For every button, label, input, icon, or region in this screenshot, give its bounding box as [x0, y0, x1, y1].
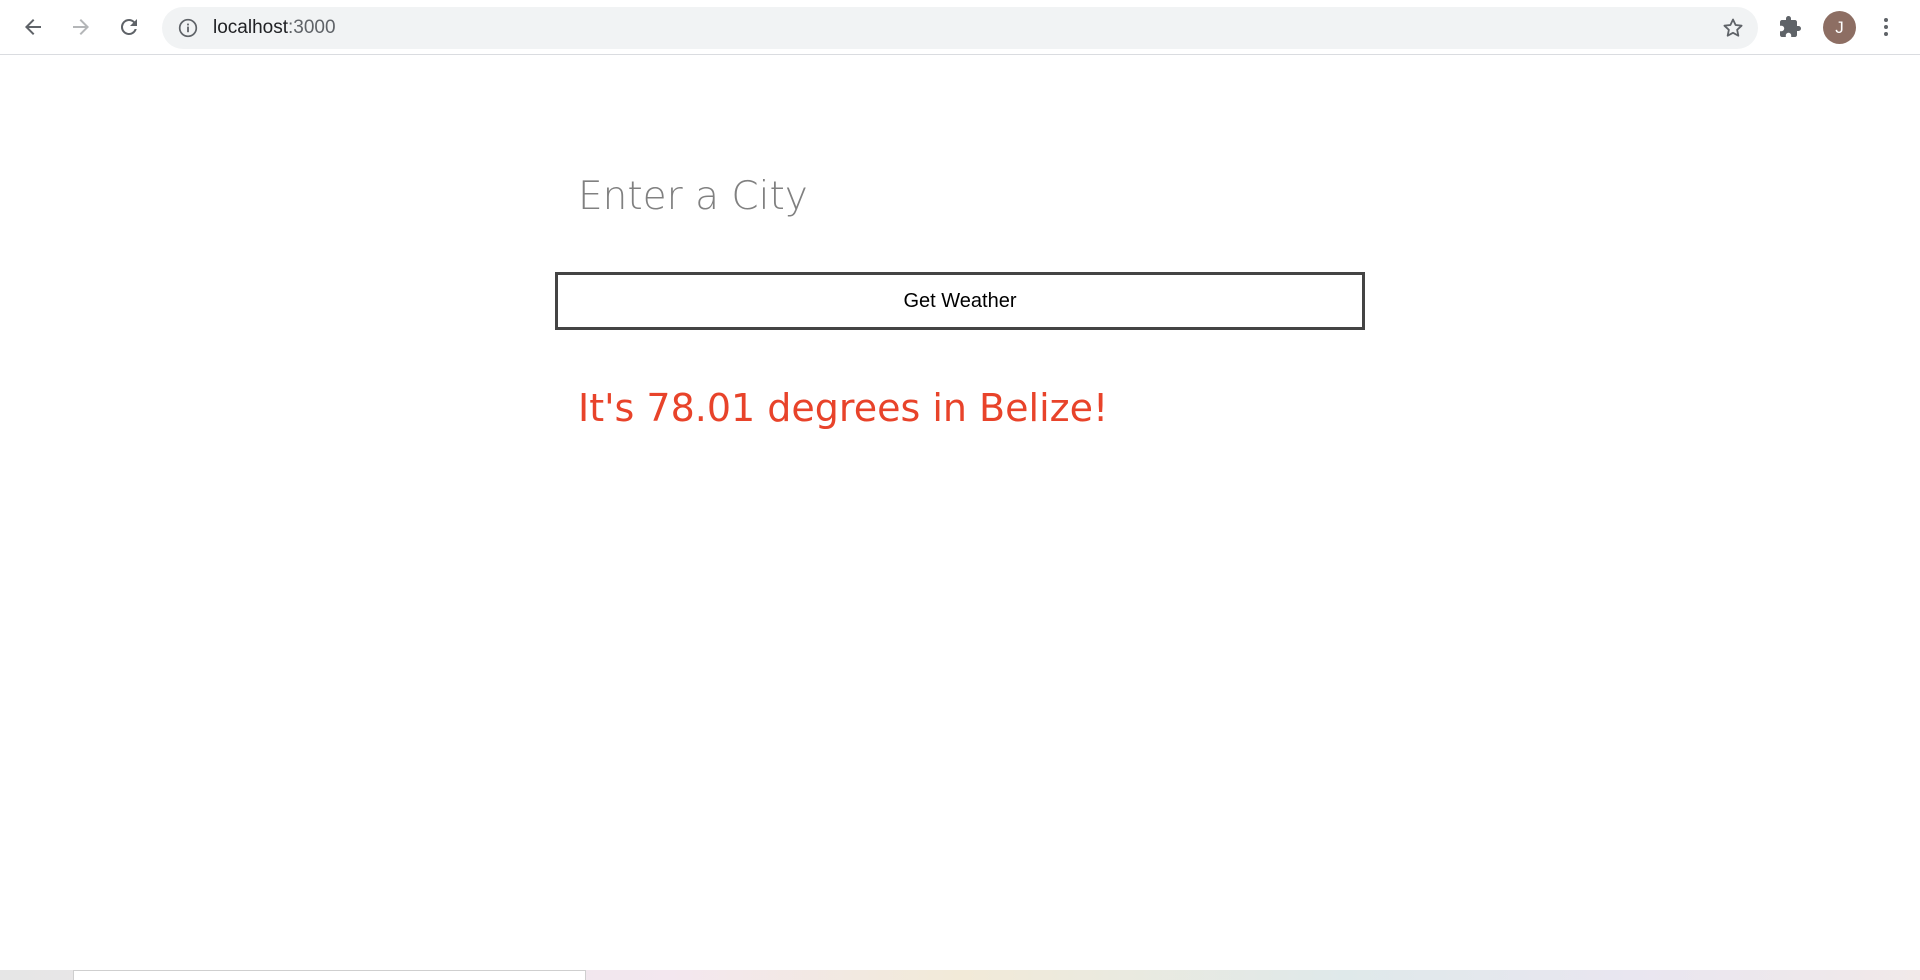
- profile-avatar[interactable]: J: [1823, 11, 1856, 44]
- browser-menu-button[interactable]: [1867, 8, 1905, 46]
- reload-button[interactable]: [110, 8, 148, 46]
- bottom-panel-tab: [73, 970, 586, 980]
- url-text[interactable]: localhost:3000: [213, 17, 336, 39]
- forward-arrow-icon: [69, 15, 93, 39]
- url-port: :3000: [288, 17, 336, 38]
- city-input[interactable]: [556, 156, 1366, 236]
- forward-button[interactable]: [62, 8, 100, 46]
- kebab-menu-icon: [1874, 15, 1898, 39]
- weather-result-text: It's 78.01 degrees in Belize!: [578, 386, 1109, 430]
- back-arrow-icon: [21, 15, 45, 39]
- address-bar[interactable]: localhost:3000: [162, 7, 1758, 49]
- info-icon[interactable]: [177, 17, 199, 39]
- reload-icon: [117, 15, 141, 39]
- back-button[interactable]: [14, 8, 52, 46]
- star-icon[interactable]: [1720, 15, 1746, 41]
- page-content: Get Weather It's 78.01 degrees in Belize…: [0, 56, 1920, 970]
- puzzle-icon: [1778, 15, 1802, 39]
- browser-toolbar: localhost:3000 J: [0, 0, 1920, 55]
- get-weather-button[interactable]: Get Weather: [555, 272, 1365, 330]
- url-host: localhost: [213, 17, 288, 38]
- extensions-button[interactable]: [1771, 8, 1809, 46]
